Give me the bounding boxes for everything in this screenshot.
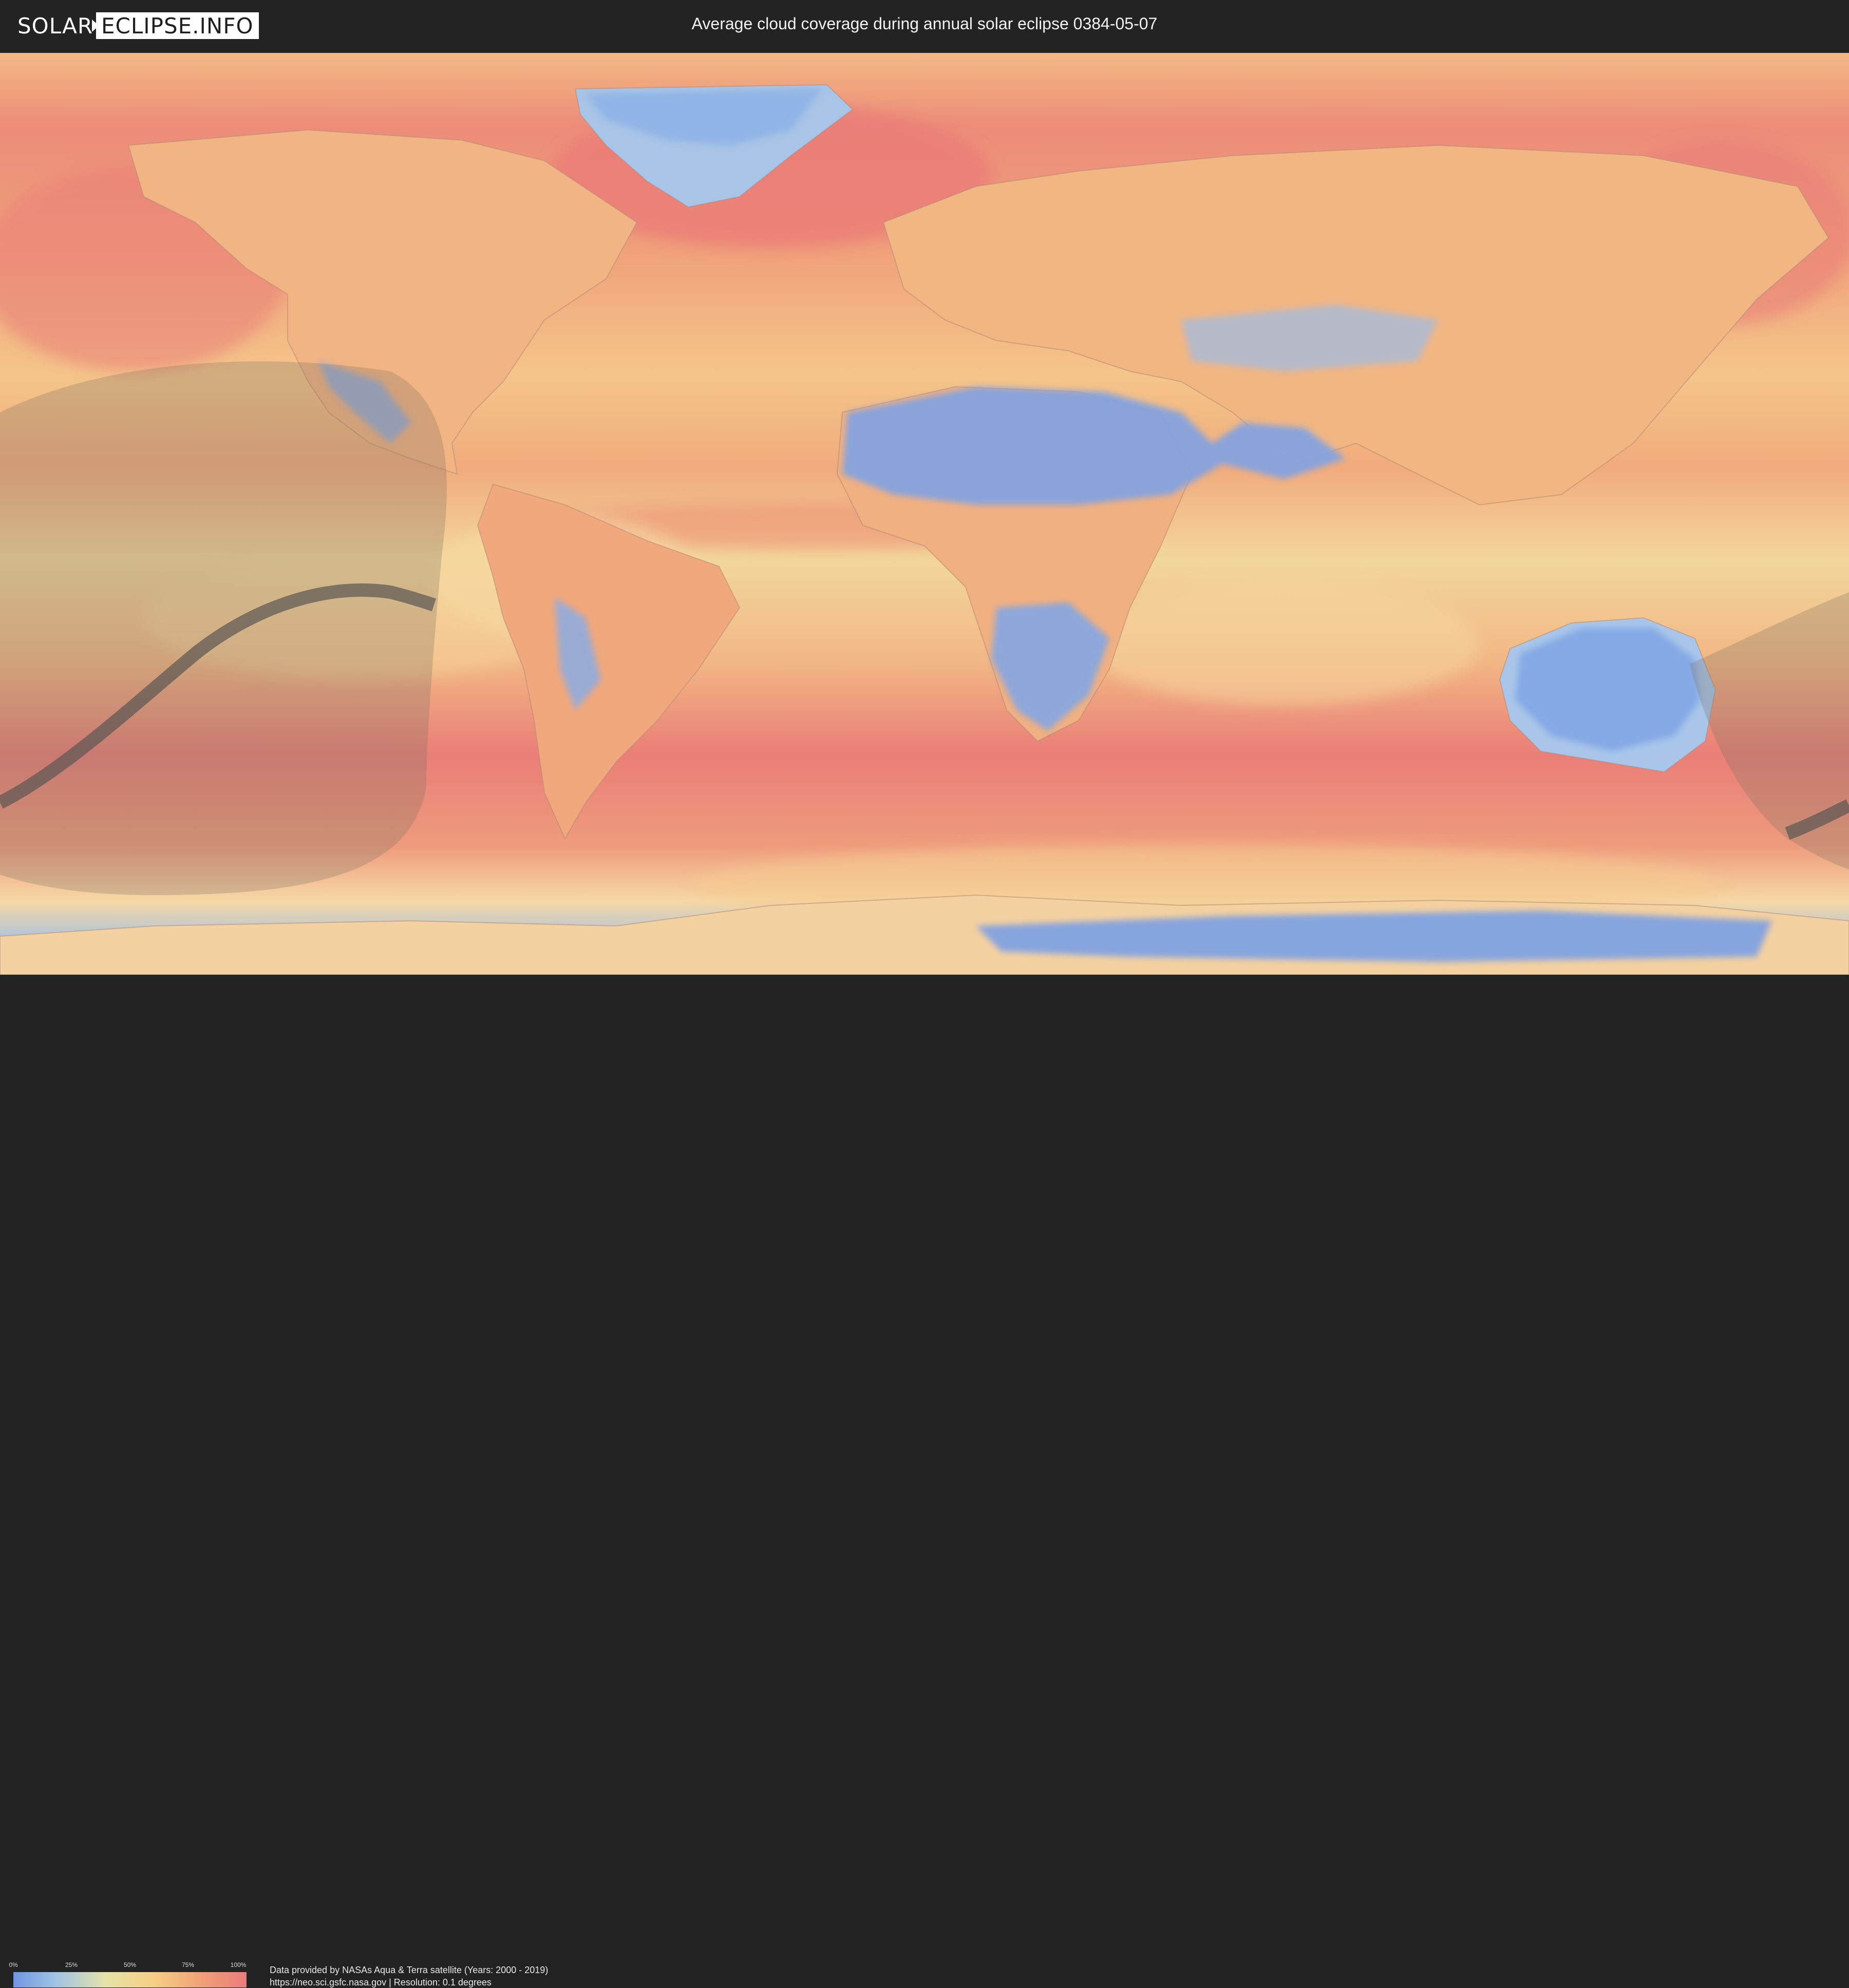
legend-tick-0: 0%	[9, 1961, 18, 1968]
header-bar: SOLAR ECLIPSE.INFO Average cloud coverag…	[0, 0, 1849, 51]
page-title: Average cloud coverage during annual sol…	[691, 14, 1158, 33]
legend-tick-100: 100%	[230, 1961, 247, 1968]
legend-tick-25: 25%	[65, 1961, 78, 1968]
data-credit-line: Data provided by NASAs Aqua & Terra sate…	[270, 1965, 549, 1975]
legend-tick-75: 75%	[181, 1961, 195, 1968]
footer-bar: 0% 25% 50% 75% 100% Data provided by NAS…	[0, 975, 1849, 1987]
cloud-coverage-map	[0, 53, 1849, 975]
legend-tick-50: 50%	[123, 1961, 137, 1968]
data-source-line: https://neo.sci.gsfc.nasa.gov | Resoluti…	[270, 1977, 492, 1987]
legend-color-bar	[13, 1972, 247, 1987]
world-map	[0, 53, 1849, 975]
